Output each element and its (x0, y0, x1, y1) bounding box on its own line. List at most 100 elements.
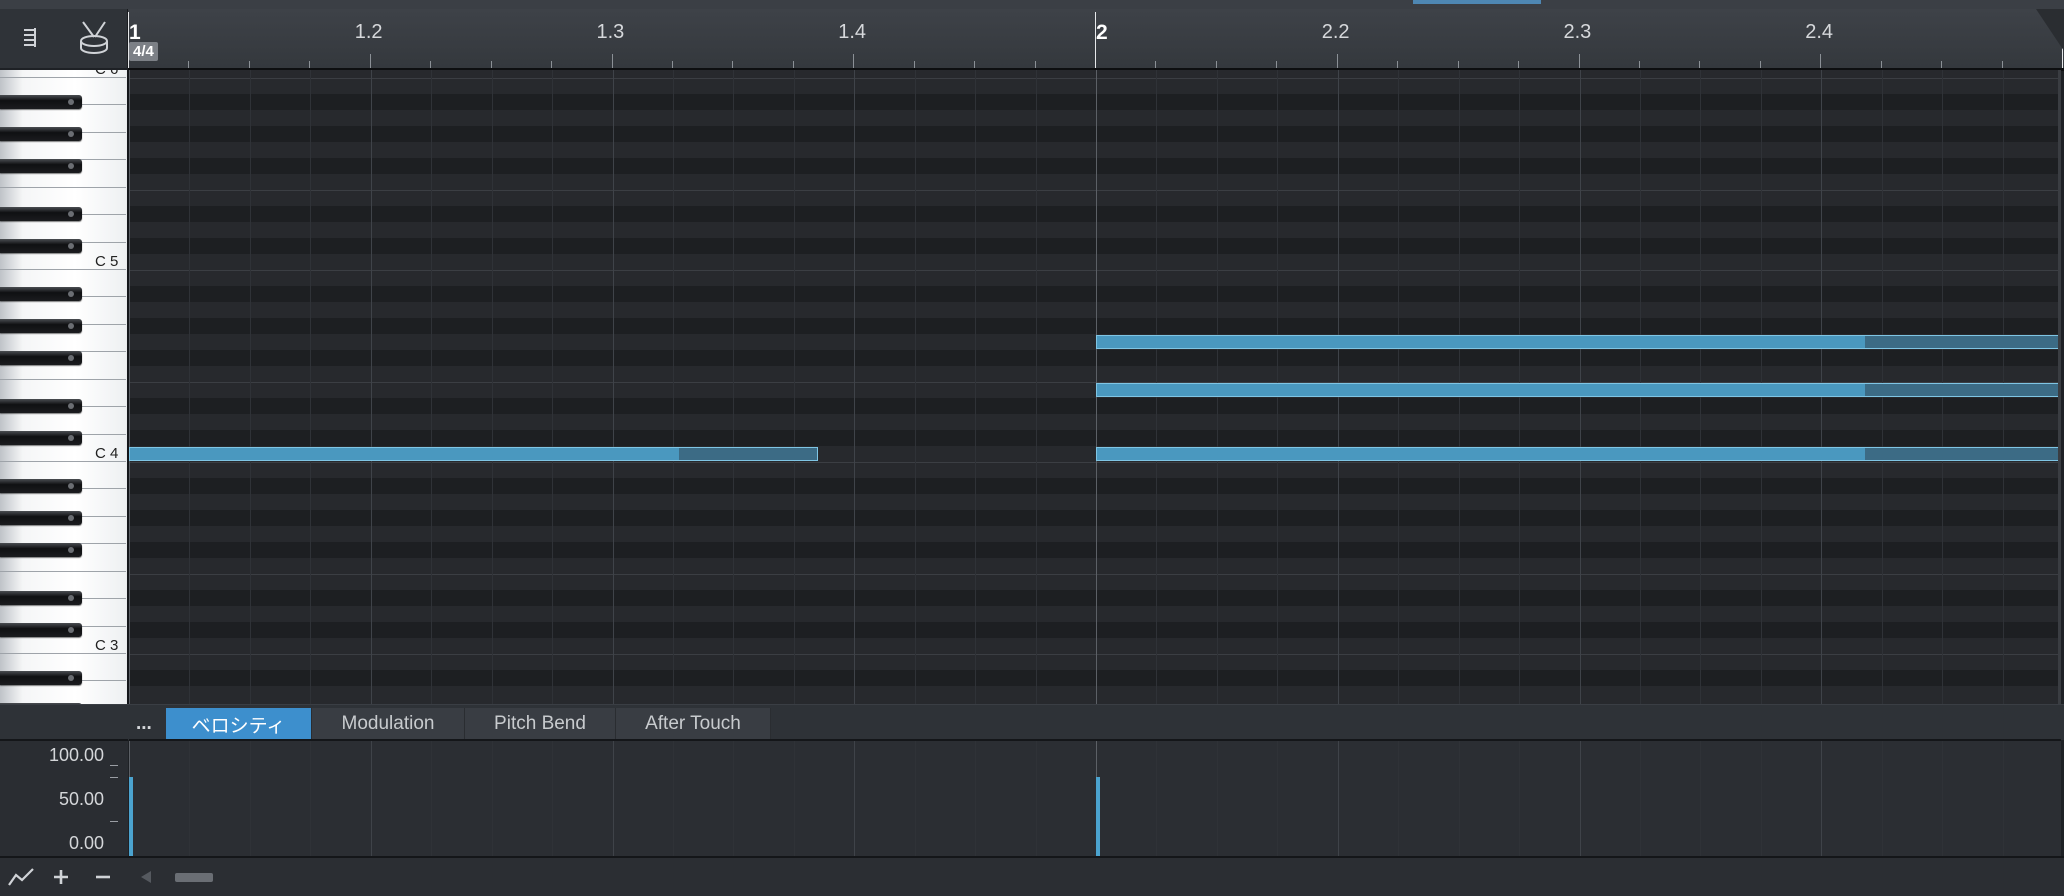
grid-line (552, 70, 554, 704)
ruler-tick (1215, 61, 1217, 68)
black-key[interactable] (0, 511, 82, 525)
pitch-row[interactable] (129, 254, 2061, 270)
pitch-row[interactable] (129, 510, 2061, 526)
pitch-row[interactable] (129, 318, 2061, 334)
pitch-row[interactable] (129, 654, 2061, 670)
black-key[interactable] (0, 623, 82, 637)
pitch-row[interactable] (129, 190, 2061, 206)
grid-line (249, 741, 251, 858)
ruler-tick (430, 61, 432, 68)
pitch-row[interactable] (129, 350, 2061, 366)
pitch-row[interactable] (129, 622, 2061, 638)
ruler-tick (1276, 61, 1278, 68)
velocity-lane[interactable] (129, 739, 2061, 858)
scroll-position-indicator[interactable] (1413, 0, 1541, 4)
pitch-row[interactable] (129, 286, 2061, 302)
minus-icon[interactable] (90, 864, 116, 890)
pitch-row[interactable] (129, 494, 2061, 510)
pitch-row[interactable] (129, 590, 2061, 606)
tab-modulation[interactable]: Modulation (312, 708, 465, 740)
ruler-tick (611, 54, 613, 68)
pitch-row[interactable] (129, 366, 2061, 382)
ruler-end-cap (2036, 9, 2064, 51)
black-key[interactable] (0, 287, 82, 301)
pitch-row[interactable] (129, 574, 2061, 590)
tab-pitch-bend[interactable]: Pitch Bend (465, 708, 616, 740)
pitch-row[interactable] (129, 398, 2061, 414)
pitch-row[interactable] (129, 414, 2061, 430)
pitch-row[interactable] (129, 238, 2061, 254)
plus-icon[interactable] (48, 864, 74, 890)
pitch-row[interactable] (129, 222, 2061, 238)
more-lanes-button[interactable]: ... (136, 713, 152, 735)
velocity-bar[interactable] (1096, 777, 1100, 858)
ruler-tick (853, 54, 855, 68)
pitch-row[interactable] (129, 478, 2061, 494)
ruler-tick (1699, 61, 1701, 68)
midi-note-e4[interactable] (1096, 383, 2059, 397)
pitch-row[interactable] (129, 110, 2061, 126)
drum-icon[interactable] (74, 17, 114, 57)
black-key[interactable] (0, 479, 82, 493)
ruler-tick (1759, 61, 1761, 68)
black-key[interactable] (0, 591, 82, 605)
lane-tabs-bar: ... ベロシティ Modulation Pitch Bend After To… (0, 704, 2064, 740)
zoom-scroll-thumb[interactable] (174, 864, 214, 890)
black-key[interactable] (0, 431, 82, 445)
pitch-row[interactable] (129, 638, 2061, 654)
piano-keyboard[interactable]: C 6 C 5 C 4 C 3 (0, 70, 129, 704)
pitch-row[interactable] (129, 558, 2061, 574)
pitch-row[interactable] (129, 70, 2061, 78)
pitch-row[interactable] (129, 174, 2061, 190)
black-key[interactable] (0, 95, 82, 109)
pitch-row[interactable] (129, 686, 2061, 702)
pitch-row[interactable] (129, 206, 2061, 222)
time-signature[interactable]: 4/4 (129, 42, 158, 61)
black-key[interactable] (0, 351, 82, 365)
grid-line (1277, 741, 1279, 858)
midi-note-c4[interactable] (1096, 447, 2059, 461)
pitch-row[interactable] (129, 430, 2061, 446)
black-key[interactable] (0, 319, 82, 333)
black-key[interactable] (0, 127, 82, 141)
midi-note-c4[interactable] (129, 447, 818, 461)
pitch-row[interactable] (129, 94, 2061, 110)
ruler-tick (1880, 61, 1882, 68)
ruler-tick (188, 61, 190, 68)
line-tool-icon[interactable] (6, 864, 36, 890)
grid-line (1156, 741, 1158, 858)
midi-note-g4[interactable] (1096, 335, 2059, 349)
grid-line (1821, 741, 1823, 858)
pitch-row[interactable] (129, 302, 2061, 318)
velocity-bar[interactable] (129, 777, 133, 858)
black-key[interactable] (0, 543, 82, 557)
note-grid[interactable] (129, 70, 2061, 704)
ruler-label-1-3: 1.3 (596, 21, 625, 43)
pitch-row[interactable] (129, 158, 2061, 174)
black-key[interactable] (0, 671, 82, 685)
ruler-tick (1578, 54, 1580, 68)
pitch-row[interactable] (129, 542, 2061, 558)
tab-velocity[interactable]: ベロシティ (166, 708, 312, 740)
list-icon[interactable] (10, 17, 50, 57)
grid-line (310, 741, 312, 858)
grid-line (1337, 741, 1339, 858)
pitch-row[interactable] (129, 526, 2061, 542)
ruler-tick (1638, 61, 1640, 68)
pitch-row[interactable] (129, 126, 2061, 142)
ruler-label-2-2: 2.2 (1321, 21, 1350, 43)
ruler-tick (732, 61, 734, 68)
black-key[interactable] (0, 207, 82, 221)
tab-after-touch[interactable]: After Touch (616, 708, 771, 740)
pitch-row[interactable] (129, 78, 2061, 94)
arrow-left-icon[interactable] (136, 864, 156, 890)
black-key[interactable] (0, 239, 82, 253)
pitch-row[interactable] (129, 670, 2061, 686)
timeline-ruler[interactable]: 1 1.2 1.3 1.4 2 2.2 2.3 2.4 4/4 (128, 9, 2064, 71)
pitch-row[interactable] (129, 270, 2061, 286)
pitch-row[interactable] (129, 142, 2061, 158)
black-key[interactable] (0, 399, 82, 413)
pitch-row[interactable] (129, 606, 2061, 622)
black-key[interactable] (0, 159, 82, 173)
pitch-row[interactable] (129, 462, 2061, 478)
